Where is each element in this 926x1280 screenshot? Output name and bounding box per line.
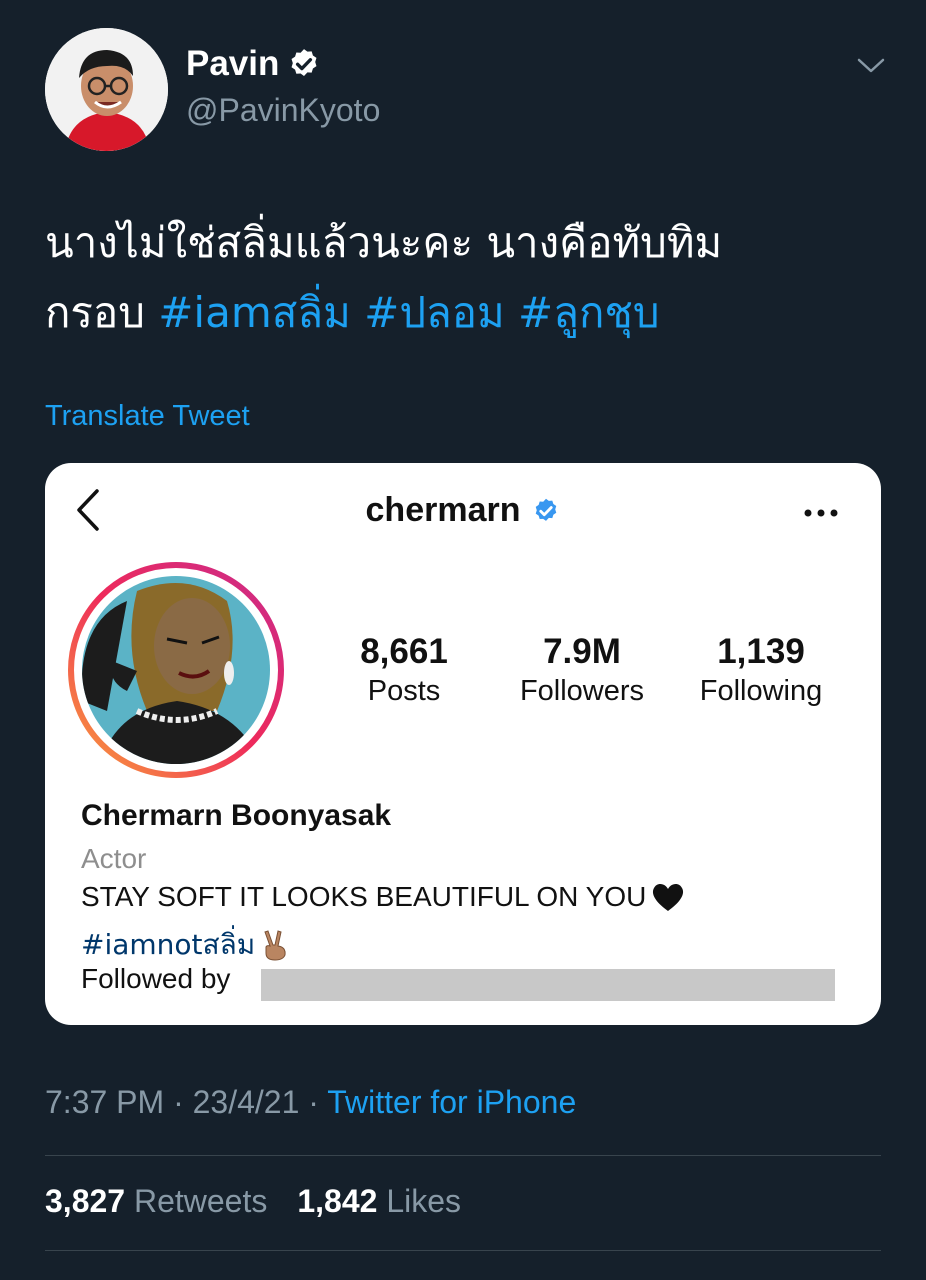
ig-bio-hashtag-row: #iamnotสลิ่ม — [81, 923, 289, 967]
attached-image-card[interactable]: chermarn 8,661 Posts 7.9M Followers 1,13… — [45, 463, 881, 1025]
black-heart-icon — [653, 883, 684, 911]
ig-stat-posts: 8,661 Posts — [351, 631, 457, 709]
likes-stat[interactable]: 1,842 Likes — [297, 1183, 461, 1220]
ig-posts-count: 8,661 — [360, 632, 448, 671]
ig-followers-label: Followers — [519, 675, 645, 707]
ig-verified-badge-icon — [536, 498, 557, 521]
chevron-down-icon[interactable] — [856, 56, 886, 76]
ig-posts-label: Posts — [367, 675, 441, 707]
more-options-icon — [804, 509, 838, 517]
ig-username-row: chermarn — [45, 491, 881, 530]
engagement-counts: 3,827 Retweets 1,842 Likes — [45, 1183, 461, 1220]
meta-separator: · — [308, 1084, 319, 1120]
hashtag-link[interactable]: #ลูกชุบ — [518, 288, 660, 337]
ig-followed-by: Followed by — [81, 963, 231, 994]
ig-bio-text: STAY SOFT IT LOOKS BEAUTIFUL ON YOU — [81, 881, 647, 912]
tweet-time[interactable]: 7:37 PM — [45, 1084, 164, 1120]
tweet-text-line-2: กรอบ #iamสลิ่ม #ปลอม #ลูกชุบ — [45, 278, 875, 348]
ig-stat-followers: 7.9M Followers — [511, 631, 653, 709]
ig-username: chermarn — [365, 491, 521, 529]
redaction-blur — [261, 969, 835, 1001]
translate-tweet-link[interactable]: Translate Tweet — [45, 400, 250, 433]
divider — [45, 1250, 881, 1251]
ig-category: Actor — [81, 843, 147, 874]
tweet-text: นางไม่ใช่สลิ่มแล้วนะคะ นางคือทับทิม กรอบ… — [45, 208, 875, 348]
retweets-count: 3,827 — [45, 1183, 126, 1219]
tweet-meta: 7:37 PM · 23/4/21 · Twitter for iPhone — [45, 1084, 576, 1121]
ig-full-name: Chermarn Boonyasak — [81, 799, 392, 832]
tweet-text-line-1: นางไม่ใช่สลิ่มแล้วนะคะ นางคือทับทิม — [45, 218, 723, 267]
ig-stat-following: 1,139 Following — [689, 631, 833, 709]
verified-badge-icon — [291, 49, 317, 77]
author-avatar[interactable] — [45, 28, 168, 151]
tweet-date[interactable]: 23/4/21 — [193, 1084, 300, 1120]
likes-count: 1,842 — [297, 1183, 378, 1219]
ig-following-count: 1,139 — [717, 632, 805, 671]
hashtag-link[interactable]: #iamสลิ่ม — [158, 288, 351, 337]
author-handle[interactable]: @PavinKyoto — [186, 92, 380, 129]
ig-profile-picture — [68, 562, 284, 778]
ig-bio: STAY SOFT IT LOOKS BEAUTIFUL ON YOU — [81, 881, 686, 913]
tweet-text-plain: กรอบ — [45, 288, 159, 337]
author-name-row[interactable]: Pavin — [186, 44, 321, 84]
divider — [45, 1155, 881, 1156]
likes-label: Likes — [386, 1183, 462, 1219]
ig-following-label: Following — [699, 675, 823, 707]
hashtag-link[interactable]: #ปลอม — [364, 288, 505, 337]
ig-followers-count: 7.9M — [543, 632, 621, 671]
author-name[interactable]: Pavin — [186, 44, 279, 84]
ig-bio-hashtag: #iamnotสลิ่ม — [81, 928, 256, 961]
victory-hand-icon — [264, 930, 286, 961]
retweets-stat[interactable]: 3,827 Retweets — [45, 1183, 267, 1220]
meta-separator: · — [173, 1084, 184, 1120]
retweets-label: Retweets — [133, 1183, 268, 1219]
tweet-source-link[interactable]: Twitter for iPhone — [327, 1084, 576, 1120]
